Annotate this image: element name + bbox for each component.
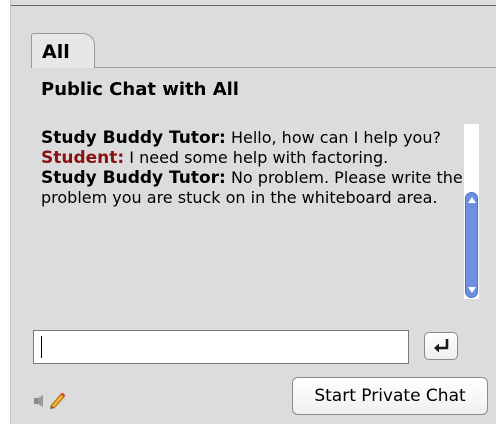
message-text: Hello, how can I help you?: [225, 128, 441, 147]
send-button[interactable]: [424, 332, 458, 360]
tab-label: All: [42, 41, 70, 63]
chat-panel: All Public Chat with All Study Buddy Tut…: [10, 0, 496, 424]
chat-message: Study Buddy Tutor: No problem. Please wr…: [41, 168, 466, 208]
top-divider: [11, 5, 496, 6]
chat-message: Study Buddy Tutor: Hello, how can I help…: [41, 128, 466, 148]
speaker-icon[interactable]: [33, 393, 47, 412]
message-log: Study Buddy Tutor: Hello, how can I help…: [41, 128, 466, 208]
scrollbar-thumb[interactable]: [465, 192, 478, 298]
tab-strip-line: [93, 67, 496, 68]
enter-arrow-icon: [432, 337, 452, 358]
chat-input[interactable]: [33, 330, 409, 364]
message-sender: Study Buddy Tutor:: [41, 128, 226, 148]
chat-message: Student: I need some help with factoring…: [41, 148, 466, 168]
message-text: I need some help with factoring.: [124, 148, 389, 167]
text-caret: [41, 336, 42, 358]
chat-title: Public Chat with All: [41, 79, 239, 100]
tab-all[interactable]: All: [31, 33, 95, 68]
pen-icon[interactable]: [47, 390, 67, 414]
message-sender: Student:: [41, 148, 125, 168]
message-sender: Study Buddy Tutor:: [41, 168, 226, 188]
start-private-chat-button[interactable]: Start Private Chat: [292, 377, 488, 415]
message-scrollbar[interactable]: [464, 124, 479, 299]
